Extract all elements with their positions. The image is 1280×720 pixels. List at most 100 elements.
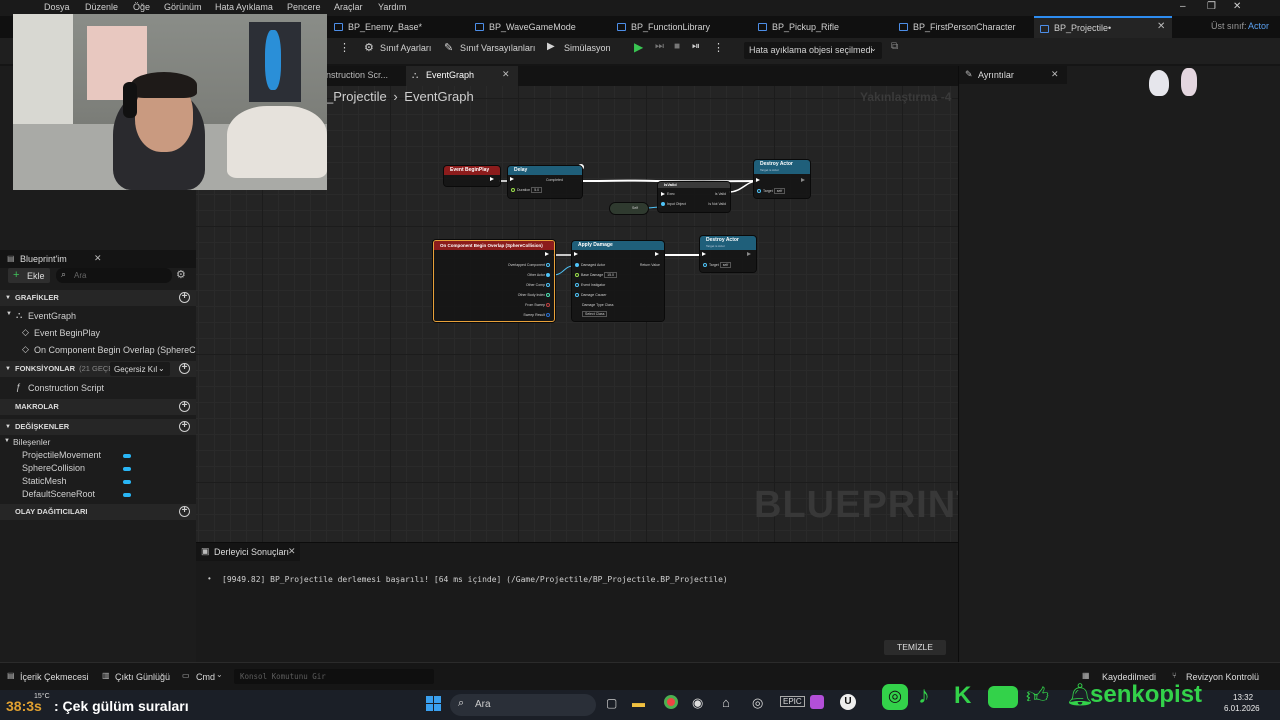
exec-in-pin[interactable]: [702, 252, 708, 257]
tab-bp-projectile[interactable]: BP_Projectile•: [1034, 16, 1172, 38]
duration-value[interactable]: 5.0: [531, 187, 543, 193]
from-sweep-pin[interactable]: From Sweep: [525, 303, 550, 308]
simulation-button[interactable]: Simülasyon: [564, 43, 611, 53]
variable-defaultsceneroot[interactable]: DefaultSceneRoot: [0, 489, 196, 501]
select-class-dropdown[interactable]: Select Class: [582, 311, 608, 317]
file-explorer-icon[interactable]: ▬: [632, 695, 645, 710]
completed-pin[interactable]: Completed: [546, 178, 563, 182]
content-drawer-button[interactable]: İçerik Çekmecesi: [20, 672, 89, 682]
compiler-tab[interactable]: ▣ Derleyici Sonuçları ✕: [196, 543, 300, 561]
target-value[interactable]: self: [719, 262, 732, 268]
menu-araclar[interactable]: Araçlar: [334, 2, 363, 12]
clear-button[interactable]: TEMİZLE: [884, 640, 946, 655]
exec-out-pin[interactable]: [747, 252, 753, 257]
chrome-icon[interactable]: [664, 695, 678, 709]
details-tab[interactable]: ✎ Ayrıntılar ✕: [959, 66, 1067, 84]
node-destroy-actor-2[interactable]: Destroy Actor Target is Actor Target self: [700, 236, 756, 272]
output-log-button[interactable]: Çıktı Günlüğü: [115, 672, 170, 682]
other-comp-pin[interactable]: Other Comp: [526, 283, 550, 288]
tab-close-icon[interactable]: ✕: [1157, 16, 1165, 38]
node-self[interactable]: Self: [610, 203, 648, 214]
variable-staticmesh[interactable]: StaticMesh: [0, 476, 196, 488]
graphs-section-header[interactable]: ▼ GRAFİKLER +: [0, 290, 196, 306]
tab-close-icon[interactable]: ✕: [502, 69, 510, 80]
class-defaults-button[interactable]: Sınıf Varsayılanları: [460, 43, 535, 53]
console-input[interactable]: Konsol Komutunu Gir: [234, 669, 434, 684]
functions-section-header[interactable]: ▼ FONKSİYONLAR (21 GEÇERS Geçersiz Kıl ⌄…: [0, 361, 196, 377]
menu-hata-ayiklama[interactable]: Hata Ayıklama: [215, 2, 273, 12]
find-icon[interactable]: ⧉: [891, 41, 898, 52]
tab-bp-functionlibrary[interactable]: BP_FunctionLibrary: [611, 16, 751, 38]
panel-close-icon[interactable]: ✕: [94, 253, 102, 264]
target-pin[interactable]: Target self: [703, 262, 732, 268]
is-valid-pin[interactable]: Is Valid: [715, 192, 726, 196]
tab-bp-wavegamemode[interactable]: BP_WaveGameMode: [469, 16, 609, 38]
tab-eventgraph[interactable]: ⛬ EventGraph ✕: [406, 66, 518, 86]
duration-pin[interactable]: Duration 5.0: [511, 187, 543, 193]
override-dropdown[interactable]: Geçersiz Kıl ⌄: [110, 362, 170, 376]
variable-projectilemovement[interactable]: ProjectileMovement: [0, 450, 196, 462]
variables-section-header[interactable]: ▼ DEĞİŞKENLER +: [0, 419, 196, 435]
menu-dosya[interactable]: Dosya: [44, 2, 70, 12]
add-graph-icon[interactable]: +: [179, 292, 190, 303]
variable-spherecollision[interactable]: SphereCollision: [0, 463, 196, 475]
settings-gear-icon[interactable]: ⚙: [176, 268, 186, 281]
play-options-icon[interactable]: ⋮: [713, 41, 724, 54]
exec-out-pin[interactable]: [545, 252, 551, 257]
is-not-valid-pin[interactable]: Is Not Valid: [708, 202, 726, 206]
exec-in-pin[interactable]: [574, 252, 580, 257]
node-event-beginplay[interactable]: Event BeginPlay: [444, 166, 500, 186]
menu-pencere[interactable]: Pencere: [287, 2, 321, 12]
base-damage-value[interactable]: 15.0: [604, 272, 617, 278]
window-close-icon[interactable]: ✕: [1233, 1, 1241, 12]
base-damage-pin[interactable]: Base Damage 15.0: [575, 272, 617, 278]
tab-bp-pickup-rifle[interactable]: BP_Pickup_Rifle: [752, 16, 892, 38]
tab-bp-enemy-base[interactable]: BP_Enemy_Base*: [328, 16, 468, 38]
tree-item-eventgraph[interactable]: ▼ ⛬ EventGraph: [0, 310, 196, 324]
search-box[interactable]: ⌕ Ara: [56, 268, 172, 283]
input-object-pin[interactable]: Input Object: [661, 202, 686, 207]
sweep-result-pin[interactable]: Sweep Result: [523, 313, 550, 318]
tree-item-on-component-begin-overlap[interactable]: ◇ On Component Begin Overlap (SphereCol: [0, 344, 196, 358]
exec-in-pin[interactable]: Exec: [661, 192, 675, 197]
damaged-actor-pin[interactable]: Damaged Actor: [575, 263, 605, 268]
add-variable-icon[interactable]: +: [179, 421, 190, 432]
tree-item-construction-script[interactable]: ƒ Construction Script: [0, 382, 196, 396]
menu-oge[interactable]: Öğe: [133, 2, 150, 12]
exec-out-pin[interactable]: [490, 177, 496, 182]
menu-yardim[interactable]: Yardım: [378, 2, 406, 12]
more-icon[interactable]: ⋮: [339, 41, 350, 54]
eject-icon[interactable]: ⏯: [692, 41, 700, 52]
menu-duzenle[interactable]: Düzenle: [85, 2, 118, 12]
store-icon[interactable]: ⌂: [722, 695, 730, 710]
add-dispatcher-icon[interactable]: +: [179, 506, 190, 517]
node-destroy-actor[interactable]: Destroy Actor Target is Actor Target self: [754, 160, 810, 198]
overlapped-component-pin[interactable]: Overlapped Component: [508, 263, 550, 268]
parent-class-link[interactable]: Actor: [1248, 21, 1269, 31]
tree-item-event-beginplay[interactable]: ◇ Event BeginPlay: [0, 327, 196, 341]
other-actor-pin[interactable]: Other Actor: [527, 273, 550, 278]
my-blueprint-tab[interactable]: ▤ Blueprint'im ✕: [0, 250, 196, 268]
unreal-engine-icon[interactable]: U: [840, 694, 856, 710]
event-instigator-pin[interactable]: Event Instigator: [575, 283, 605, 288]
macros-section-header[interactable]: MAKROLAR +: [0, 399, 196, 415]
menu-gorunum[interactable]: Görünüm: [164, 2, 202, 12]
epic-games-icon[interactable]: EPIC: [780, 696, 805, 707]
restore-icon[interactable]: ❐: [1207, 1, 1216, 12]
app-icon[interactable]: [810, 695, 824, 709]
other-body-index-pin[interactable]: Other Body Index: [518, 293, 550, 298]
dispatchers-section-header[interactable]: OLAY DAĞITICILARI +: [0, 504, 196, 520]
gear-icon[interactable]: ⚙: [364, 41, 374, 54]
damage-causer-pin[interactable]: Damage Causer: [575, 293, 606, 298]
minimize-icon[interactable]: –: [1180, 1, 1186, 12]
pencil-icon[interactable]: ✎: [444, 41, 453, 54]
exec-in-pin[interactable]: [756, 178, 762, 183]
taskbar-search[interactable]: ⌕ Ara: [450, 694, 596, 716]
node-apply-damage[interactable]: Apply Damage Damaged Actor Return Value …: [572, 241, 664, 321]
add-button[interactable]: + Ekle: [8, 268, 50, 283]
exec-out-pin[interactable]: [801, 178, 807, 183]
damage-type-class-pin[interactable]: Damage Type Class: [582, 303, 613, 307]
class-settings-button[interactable]: Sınıf Ayarları: [380, 43, 431, 53]
add-macro-icon[interactable]: +: [179, 401, 190, 412]
windows-start-icon[interactable]: [426, 696, 442, 712]
